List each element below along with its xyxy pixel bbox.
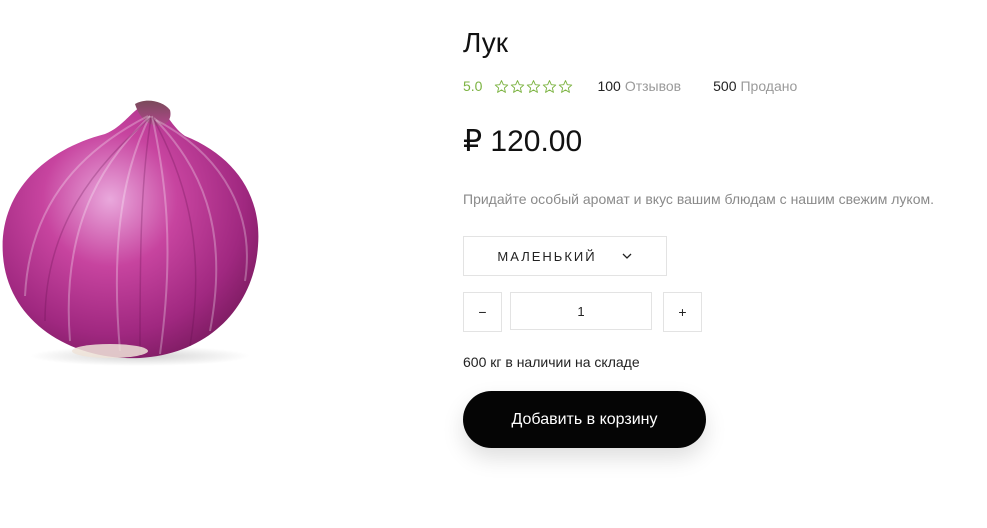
product-meta: 5.0 100 Отзывов 500 Продано (463, 76, 797, 96)
rating-value: 5.0 (463, 78, 483, 94)
star-outline-icon (543, 79, 557, 93)
red-onion-image (2, 100, 259, 366)
reviews-count: 100 (597, 78, 621, 94)
stock-status: 600 кг в наличии на складе (463, 354, 640, 370)
product-description: Придайте особый аромат и вкус вашим блюд… (463, 191, 935, 207)
sold-count: 500 (713, 78, 737, 94)
star-outline-icon (495, 79, 509, 93)
star-outline-icon (511, 79, 525, 93)
reviews-link[interactable]: 100 Отзывов (597, 78, 681, 94)
add-to-cart-button[interactable]: Добавить в корзину (463, 391, 706, 448)
quantity-decrease-button[interactable]: − (463, 292, 502, 332)
sold-label: Продано (740, 78, 798, 94)
star-outline-icon (527, 79, 541, 93)
sold-info: 500 Продано (713, 78, 797, 94)
quantity-input[interactable]: 1 (510, 292, 652, 330)
star-outline-icon (559, 79, 573, 93)
product-image-area (0, 0, 440, 528)
quantity-increase-button[interactable]: + (663, 292, 702, 332)
reviews-label: Отзывов (624, 78, 682, 94)
size-select-value: МАЛЕНЬКИЙ (497, 248, 597, 264)
product-price: ₽ 120.00 (463, 125, 583, 158)
product-title: Лук (463, 27, 508, 58)
rating-stars[interactable] (494, 79, 573, 94)
chevron-down-icon (622, 253, 632, 259)
size-select[interactable]: МАЛЕНЬКИЙ (463, 236, 667, 276)
